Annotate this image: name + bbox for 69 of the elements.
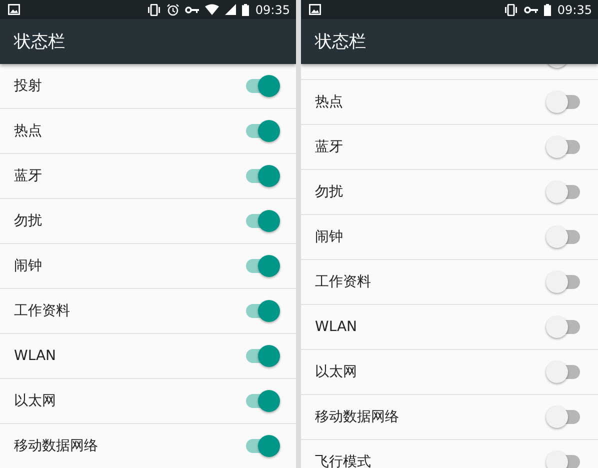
setting-row[interactable]: 移动数据网络	[0, 424, 296, 468]
clock-time: 09:35	[255, 2, 290, 16]
toggle-switch[interactable]	[244, 435, 280, 457]
setting-row[interactable]: 飞行模式	[301, 440, 598, 468]
toggle-switch[interactable]	[244, 345, 280, 367]
setting-label: 勿扰	[14, 212, 43, 230]
setting-row[interactable]: 蓝牙	[301, 125, 598, 170]
toggle-switch[interactable]	[244, 120, 280, 142]
setting-label: 闹钟	[14, 257, 43, 275]
toggle-switch[interactable]	[546, 451, 582, 468]
battery-icon	[242, 4, 250, 16]
setting-label: 勿扰	[315, 183, 344, 201]
setting-label: 工作资料	[315, 273, 372, 291]
toggle-switch[interactable]	[546, 271, 582, 293]
setting-row[interactable]: WLAN	[301, 305, 598, 350]
setting-label: 投射	[14, 77, 43, 95]
signal-icon	[225, 4, 236, 15]
toggle-switch[interactable]	[546, 136, 582, 158]
toggle-switch[interactable]	[546, 361, 582, 383]
setting-label: 以太网	[14, 392, 57, 410]
setting-row[interactable]: WLAN	[0, 334, 296, 379]
toggle-switch[interactable]	[244, 300, 280, 322]
setting-label: 闹钟	[315, 228, 344, 246]
toggle-switch[interactable]	[244, 255, 280, 277]
toggle-switch[interactable]	[244, 75, 280, 97]
toggle-switch[interactable]	[244, 210, 280, 232]
image-icon	[8, 4, 20, 15]
wifi-icon	[205, 4, 220, 15]
vibrate-icon	[147, 4, 162, 16]
toggle-switch[interactable]	[546, 181, 582, 203]
setting-row[interactable]: 勿扰	[301, 170, 598, 215]
screen-title: 状态栏	[14, 31, 65, 53]
clock-time: 09:35	[557, 2, 592, 16]
setting-row[interactable]: 热点	[301, 80, 598, 125]
setting-row[interactable]: 以太网	[301, 350, 598, 395]
setting-row[interactable]: 闹钟	[0, 244, 296, 289]
setting-row[interactable]: 工作资料	[301, 260, 598, 305]
setting-label: 飞行模式	[315, 453, 372, 468]
setting-row[interactable]: 以太网	[0, 379, 296, 424]
battery-icon	[544, 4, 552, 16]
setting-label: 热点	[14, 122, 43, 140]
toggle-switch[interactable]	[546, 316, 582, 338]
setting-row[interactable]: 移动数据网络	[301, 395, 598, 440]
setting-label: 蓝牙	[14, 167, 43, 185]
toggle-switch[interactable]	[244, 390, 280, 412]
setting-row[interactable]: 热点	[0, 109, 296, 154]
setting-label: WLAN	[14, 348, 58, 364]
setting-label: 移动数据网络	[14, 437, 99, 455]
setting-row[interactable]: 蓝牙	[0, 154, 296, 199]
setting-row[interactable]: 工作资料	[0, 289, 296, 334]
alarm-clock-icon	[167, 4, 180, 16]
setting-label: 热点	[315, 93, 344, 111]
image-icon	[309, 4, 321, 15]
key-icon	[524, 6, 538, 14]
setting-label: 工作资料	[14, 302, 71, 320]
toggle-switch[interactable]	[546, 91, 582, 113]
setting-label: 移动数据网络	[315, 408, 400, 426]
toggle-switch[interactable]	[244, 165, 280, 187]
toggle-switch[interactable]	[546, 226, 582, 248]
setting-label: 蓝牙	[315, 138, 344, 156]
setting-row[interactable]: 闹钟	[301, 215, 598, 260]
setting-row[interactable]: 投射	[0, 64, 296, 109]
setting-label: WLAN	[315, 319, 358, 335]
toggle-switch[interactable]	[546, 406, 582, 428]
key-icon	[185, 6, 200, 14]
setting-row[interactable]: 勿扰	[0, 199, 296, 244]
vibrate-icon	[504, 4, 518, 16]
setting-label: 以太网	[315, 363, 358, 381]
screen-title: 状态栏	[315, 31, 366, 53]
